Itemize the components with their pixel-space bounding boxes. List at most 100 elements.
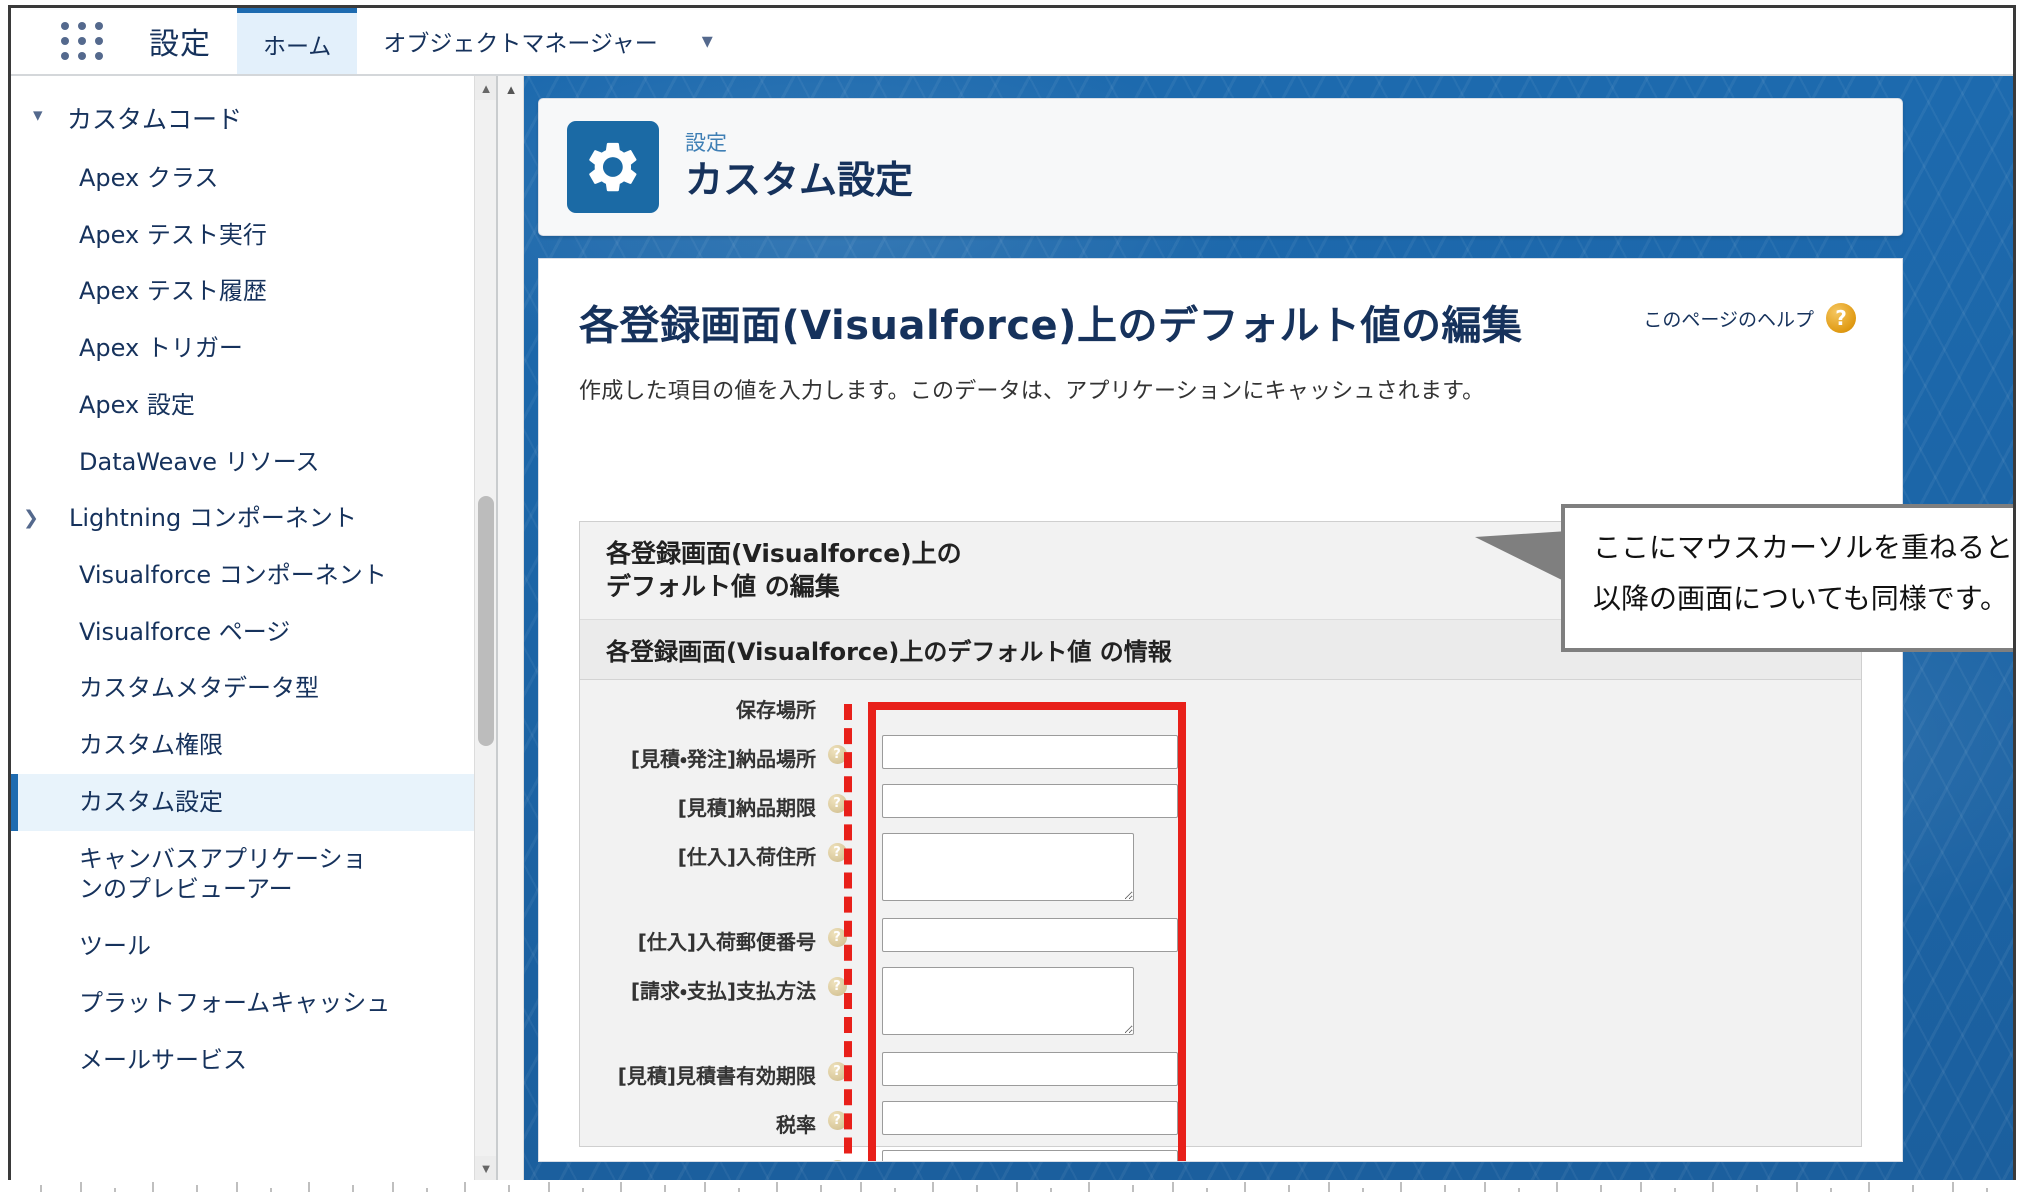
field-control <box>882 1150 1178 1161</box>
bottom-strip-tick <box>80 1182 82 1192</box>
field-help-icon[interactable]: ? <box>827 1111 847 1130</box>
bottom-strip-tick <box>548 1182 550 1192</box>
sidebar-item-canvas-app-previewer[interactable]: キャンバスアプリケーションのプレビューアー <box>11 831 474 918</box>
scroll-up-arrow-icon[interactable]: ▲ <box>475 76 496 100</box>
form-row-save-location: 保存場所 <box>580 694 1861 723</box>
bottom-strip-tick <box>1868 1182 1870 1192</box>
sidebar-item-apex-test-execution[interactable]: Apex テスト実行 <box>11 207 474 264</box>
sidebar-item-label: Lightning コンポーネント <box>69 504 357 533</box>
bottom-strip-tick <box>352 1185 354 1192</box>
field-help-icon[interactable]: ? <box>827 977 847 996</box>
page-help-link[interactable]: このページのヘルプ ? <box>1643 303 1856 333</box>
sidebar-item-label: メールサービス <box>79 1045 247 1074</box>
field-help-icon[interactable]: ? <box>827 794 847 813</box>
sidebar-item-label: Visualforce コンポーネント <box>79 561 387 590</box>
sidebar-item-label: キャンバスアプリケーションのプレビューアー <box>79 844 367 904</box>
field-control <box>882 833 1134 906</box>
sidebar-item-custom-settings[interactable]: カスタム設定 <box>11 773 474 831</box>
bottom-strip-tick <box>1952 1182 1954 1192</box>
sidebar-item-apex-settings[interactable]: Apex 設定 <box>11 377 474 434</box>
form-header-title-line2: デフォルト値 の編集 <box>606 571 840 601</box>
content-area: ▾ カスタムコード Apex クラス Apex テスト実行 Apex テスト履歴… <box>11 76 2013 1180</box>
sidebar-item-label: プラットフォームキャッシュ <box>79 988 391 1017</box>
tab-object-manager[interactable]: オブジェクトマネージャー <box>357 8 683 74</box>
field-control <box>882 784 1178 818</box>
chevron-right-icon[interactable]: ❯ <box>11 503 51 533</box>
form-row: [請求・支払]支払方法 ? <box>580 967 1861 1040</box>
top-navigation-bar: 設定 ホーム オブジェクトマネージャー ▾ <box>11 8 2013 76</box>
field-help-icon[interactable]: ? <box>827 1160 847 1161</box>
sidebar-item-apex-test-history[interactable]: Apex テスト履歴 <box>11 263 474 320</box>
bottom-strip-tick <box>236 1182 238 1192</box>
sidebar-item-visualforce-components[interactable]: Visualforce コンポーネント <box>11 547 474 604</box>
sidebar-scrollbar[interactable]: ▲ ▼ <box>474 76 496 1180</box>
sidebar-item-label: カスタム設定 <box>79 787 223 816</box>
field-help-icon-wrap: ? <box>822 833 852 862</box>
sidebar-item-custom-metadata-types[interactable]: カスタムメタデータ型 <box>11 660 474 717</box>
setup-title: 設定 <box>149 27 211 62</box>
delivery-deadline-input[interactable] <box>882 784 1178 818</box>
form-row: [見積・発注]納品場所 ? <box>580 735 1861 772</box>
field-help-icon[interactable]: ? <box>827 843 847 862</box>
app-launcher-grid-icon[interactable] <box>59 21 105 61</box>
sidebar-item-apex-classes[interactable]: Apex クラス <box>11 150 474 207</box>
scroll-up-arrow-icon[interactable]: ▲ <box>498 76 524 102</box>
form-field-rows: 保存場所 [見積・発注]納品場所 ? [見積]納品期限 ? [仕入]入荷住所 ?… <box>580 680 1861 1161</box>
sidebar-scrollbar-thumb[interactable] <box>478 496 494 746</box>
delivery-location-input[interactable] <box>882 735 1178 769</box>
field-help-icon-wrap: ? <box>822 784 852 813</box>
chevron-down-icon[interactable]: ▾ <box>33 100 67 130</box>
field-help-icon-wrap: ? <box>822 735 852 764</box>
sidebar-item-email-services[interactable]: メールサービス <box>11 1032 474 1089</box>
sidebar-group-custom-code[interactable]: ▾ カスタムコード <box>11 86 474 150</box>
sidebar-item-custom-permissions[interactable]: カスタム権限 <box>11 717 474 774</box>
bottom-strip-tick <box>860 1182 862 1192</box>
field-label: [見積]見積書有効期限 <box>617 1064 816 1088</box>
tax-rate-input[interactable] <box>882 1101 1178 1135</box>
field-label: 税率 <box>776 1113 816 1137</box>
bottom-strip-tick <box>1796 1182 1798 1192</box>
arrival-address-textarea[interactable] <box>882 833 1134 901</box>
field-control <box>882 1101 1178 1135</box>
sidebar-item-tools[interactable]: ツール <box>11 918 474 975</box>
sidebar-item-apex-triggers[interactable]: Apex トリガー <box>11 320 474 377</box>
bottom-strip-tick <box>894 1188 896 1192</box>
arrival-postal-code-input[interactable] <box>882 918 1178 952</box>
tab-home[interactable]: ホーム <box>237 8 358 74</box>
setup-header-card: 設定 カスタム設定 <box>538 98 1903 236</box>
field-control <box>882 735 1178 769</box>
form-header-title-line1: 各登録画面(Visualforce)上の <box>606 539 962 568</box>
gear-icon <box>567 121 659 213</box>
bottom-strip-tick <box>270 1188 272 1192</box>
help-question-icon[interactable]: ? <box>1826 303 1856 333</box>
payment-method-textarea[interactable] <box>882 967 1134 1035</box>
bottom-strip-tick <box>1986 1188 1988 1192</box>
bottom-strip-tick <box>40 1185 42 1192</box>
bottom-strip-tick <box>1830 1188 1832 1192</box>
transaction-method-input[interactable] <box>882 1150 1178 1161</box>
sidebar-item-visualforce-pages[interactable]: Visualforce ページ <box>11 604 474 661</box>
sidebar-item-platform-cache[interactable]: プラットフォームキャッシュ <box>11 975 474 1032</box>
sidebar-item-label: カスタムメタデータ型 <box>79 674 319 703</box>
field-help-icon[interactable]: ? <box>827 1062 847 1081</box>
sidebar-item-lightning-components[interactable]: ❯ Lightning コンポーネント <box>11 490 474 547</box>
chevron-down-icon[interactable]: ▾ <box>702 28 713 54</box>
bottom-strip-tick <box>1132 1185 1134 1192</box>
bottom-strip-tick <box>508 1185 510 1192</box>
field-help-icon[interactable]: ? <box>827 928 847 947</box>
bottom-strip-tick <box>1288 1185 1290 1192</box>
bottom-strip-tick <box>1328 1182 1330 1192</box>
main-scrollbar[interactable]: ▲ <box>498 76 524 1180</box>
bottom-strip-tick <box>1912 1185 1914 1192</box>
sidebar-item-dataweave-resources[interactable]: DataWeave リソース <box>11 434 474 491</box>
bottom-strip-tick <box>1088 1182 1090 1192</box>
bottom-strip-tick <box>976 1185 978 1192</box>
field-label: [請求・支払]支払方法 <box>630 979 816 1003</box>
field-help-icon[interactable]: ? <box>827 745 847 764</box>
bottom-strip-tick <box>620 1182 622 1192</box>
form-row: [見積]見積書有効期限 ? <box>580 1052 1861 1089</box>
field-label: [見積]納品期限 <box>677 796 816 820</box>
quote-validity-input[interactable] <box>882 1052 1178 1086</box>
scroll-down-arrow-icon[interactable]: ▼ <box>475 1156 496 1180</box>
sidebar-item-label: カスタム権限 <box>79 731 223 760</box>
